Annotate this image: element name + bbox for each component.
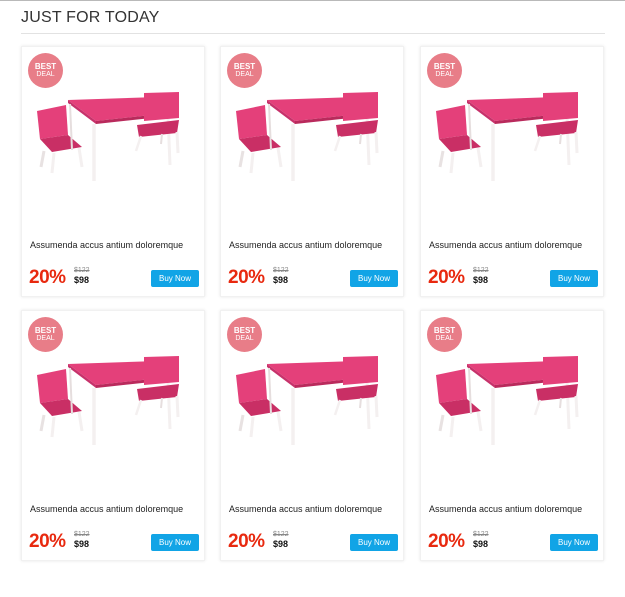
old-price: $122 xyxy=(473,531,489,538)
best-deal-badge: BEST DEAL xyxy=(427,53,462,88)
buy-now-button[interactable]: Buy Now xyxy=(350,270,398,287)
discount-percent: 20% xyxy=(428,531,465,552)
new-price: $98 xyxy=(273,539,289,549)
best-deal-badge: BEST DEAL xyxy=(227,317,262,352)
new-price: $98 xyxy=(74,539,90,549)
old-price: $122 xyxy=(273,531,289,538)
product-name[interactable]: Assumenda accus antium doloremque xyxy=(429,504,599,515)
product-name[interactable]: Assumenda accus antium doloremque xyxy=(229,504,399,515)
product-name[interactable]: Assumenda accus antium doloremque xyxy=(429,240,599,251)
buy-now-button[interactable]: Buy Now xyxy=(550,270,598,287)
best-deal-badge: BEST DEAL xyxy=(28,317,63,352)
product-card[interactable]: BEST DEAL Assumenda accus antium dolorem… xyxy=(21,46,205,297)
product-card[interactable]: BEST DEAL Assumenda accus antium dolorem… xyxy=(420,46,604,297)
badge-line1: BEST xyxy=(233,62,256,71)
buy-now-button[interactable]: Buy Now xyxy=(151,270,199,287)
badge-line2: DEAL xyxy=(235,335,254,342)
badge-line1: BEST xyxy=(233,326,256,335)
old-price: $122 xyxy=(273,267,289,274)
section-title: JUST FOR TODAY xyxy=(21,9,160,26)
product-name[interactable]: Assumenda accus antium doloremque xyxy=(30,240,200,251)
new-price: $98 xyxy=(74,275,90,285)
product-image[interactable] xyxy=(431,87,591,187)
discount-percent: 20% xyxy=(29,531,66,552)
buy-now-button[interactable]: Buy Now xyxy=(550,534,598,551)
product-name[interactable]: Assumenda accus antium doloremque xyxy=(30,504,200,515)
discount-percent: 20% xyxy=(228,267,265,288)
discount-percent: 20% xyxy=(228,531,265,552)
section-divider xyxy=(21,33,605,34)
best-deal-badge: BEST DEAL xyxy=(227,53,262,88)
new-price: $98 xyxy=(473,275,489,285)
badge-line1: BEST xyxy=(34,62,57,71)
product-card[interactable]: BEST DEAL Assumenda accus antium dolorem… xyxy=(220,46,404,297)
product-card[interactable]: BEST DEAL Assumenda accus antium dolorem… xyxy=(220,310,404,561)
new-price: $98 xyxy=(273,275,289,285)
old-price: $122 xyxy=(473,267,489,274)
best-deal-badge: BEST DEAL xyxy=(427,317,462,352)
product-image[interactable] xyxy=(431,351,591,451)
product-image[interactable] xyxy=(231,87,391,187)
product-image[interactable] xyxy=(32,87,192,187)
top-divider xyxy=(0,0,625,1)
product-grid: BEST DEAL Assumenda accus antium dolorem… xyxy=(21,46,608,566)
badge-line2: DEAL xyxy=(235,71,254,78)
old-price: $122 xyxy=(74,531,90,538)
best-deal-badge: BEST DEAL xyxy=(28,53,63,88)
badge-line2: DEAL xyxy=(435,335,454,342)
badge-line2: DEAL xyxy=(36,71,55,78)
product-card[interactable]: BEST DEAL Assumenda accus antium dolorem… xyxy=(420,310,604,561)
product-name[interactable]: Assumenda accus antium doloremque xyxy=(229,240,399,251)
badge-line2: DEAL xyxy=(435,71,454,78)
buy-now-button[interactable]: Buy Now xyxy=(151,534,199,551)
old-price: $122 xyxy=(74,267,90,274)
badge-line1: BEST xyxy=(433,326,456,335)
product-image[interactable] xyxy=(231,351,391,451)
discount-percent: 20% xyxy=(29,267,66,288)
discount-percent: 20% xyxy=(428,267,465,288)
product-image[interactable] xyxy=(32,351,192,451)
buy-now-button[interactable]: Buy Now xyxy=(350,534,398,551)
product-card[interactable]: BEST DEAL Assumenda accus antium dolorem… xyxy=(21,310,205,561)
badge-line1: BEST xyxy=(433,62,456,71)
badge-line2: DEAL xyxy=(36,335,55,342)
new-price: $98 xyxy=(473,539,489,549)
badge-line1: BEST xyxy=(34,326,57,335)
